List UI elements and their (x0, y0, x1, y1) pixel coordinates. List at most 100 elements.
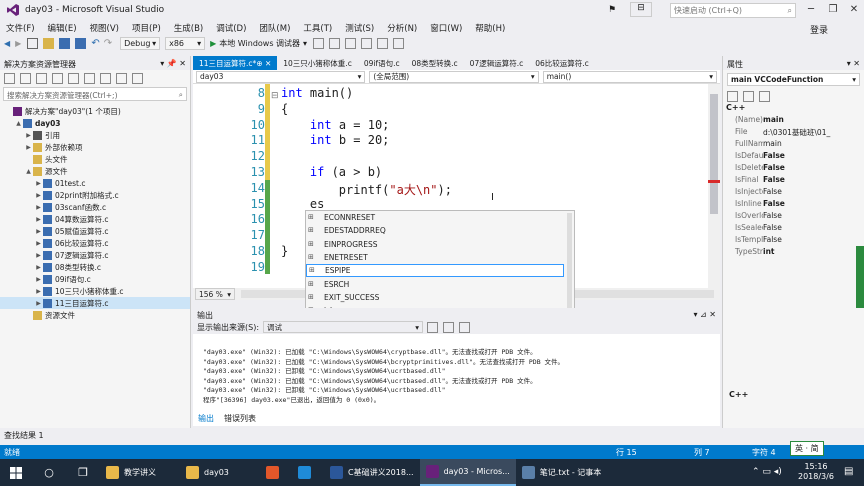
feedback-icon[interactable]: ⊟ (630, 2, 652, 17)
expand-arrow-icon[interactable]: ▶ (34, 240, 43, 247)
categorized-icon[interactable] (727, 90, 738, 102)
clear-all-icon[interactable] (443, 321, 455, 333)
menu-item[interactable]: 调试(D) (216, 22, 246, 34)
outdent-icon[interactable] (393, 38, 405, 49)
dropdown-icon[interactable]: ▾ (693, 310, 697, 319)
tab-close-icon[interactable]: ⊕ ✕ (256, 59, 271, 68)
menu-item[interactable]: 测试(S) (345, 22, 374, 34)
property-row[interactable]: IsFinal False (723, 175, 864, 187)
property-row[interactable]: IsDelete False (723, 163, 864, 175)
taskbar-app[interactable] (292, 459, 324, 486)
taskbar-app[interactable]: 笔记.txt - 记事本 (516, 459, 608, 486)
menu-item[interactable]: 文件(F) (6, 22, 35, 34)
expand-arrow-icon[interactable]: ▶ (34, 264, 43, 271)
tree-item[interactable]: ▶ 07逻辑运算符.c (0, 249, 190, 261)
configuration-select[interactable]: Debug ▾ (120, 37, 161, 50)
search-icon[interactable]: ○ (32, 459, 66, 486)
expand-arrow-icon[interactable]: ▶ (34, 192, 43, 199)
tab-error-list[interactable]: 错误列表 (219, 413, 261, 424)
completion-item[interactable]: ⊞ ESPIPE (306, 264, 564, 278)
expand-arrow-icon[interactable]: ▶ (34, 276, 43, 283)
property-row[interactable]: IsDefaultFalse (723, 151, 864, 163)
editor-scrollbar[interactable] (708, 84, 720, 288)
indent-icon[interactable] (377, 38, 389, 49)
menu-item[interactable]: 编辑(E) (48, 22, 77, 34)
side-tab[interactable] (856, 246, 864, 308)
tree-item[interactable]: ▲ 源文件 (0, 165, 190, 177)
tree-item[interactable]: ▶ 05赋值运算符.c (0, 225, 190, 237)
pin-icon[interactable]: ⊿ (700, 310, 707, 319)
tree-item[interactable]: ▶ 引用 (0, 129, 190, 141)
editor-tab[interactable]: 08类型转换.c (406, 56, 464, 70)
function-select[interactable]: main() ▾ (542, 70, 717, 83)
maximize-button[interactable]: ❐ (822, 0, 844, 20)
code-line[interactable]: } (281, 244, 288, 258)
save-all-icon[interactable] (75, 38, 87, 49)
property-row[interactable]: FullNamemain (723, 139, 864, 151)
menu-item[interactable]: 帮助(H) (475, 22, 505, 34)
dropdown-icon[interactable]: ▾ (160, 59, 164, 68)
expand-arrow-icon[interactable]: ▶ (34, 228, 43, 235)
completion-item[interactable]: ⊞ EINPROGRESS (306, 238, 574, 251)
project-select[interactable]: day03 ▾ (196, 70, 366, 83)
forward-icon[interactable]: ▶ (15, 39, 21, 48)
property-row[interactable]: IsOverloadFalse (723, 211, 864, 223)
expand-arrow-icon[interactable]: ▲ (24, 168, 33, 175)
comment-icon[interactable] (345, 38, 357, 49)
tree-item[interactable]: ▶ 08类型转换.c (0, 261, 190, 273)
tree-item[interactable]: ▶ 11三目运算符.c (0, 297, 190, 309)
property-row[interactable]: TypeStringint (723, 247, 864, 259)
start-button[interactable] (0, 459, 32, 486)
pin-icon[interactable]: 📌 (167, 59, 177, 68)
menu-item[interactable]: 视图(V) (90, 22, 119, 34)
completion-item[interactable]: ⊞ EXIT_SUCCESS (306, 291, 574, 304)
editor-tab[interactable]: 11三目运算符.c* ⊕ ✕ (193, 56, 278, 70)
expand-arrow-icon[interactable]: ▲ (14, 120, 23, 127)
completion-item[interactable]: ⊞ ENETRESET (306, 251, 574, 264)
properties-icon[interactable] (100, 72, 111, 84)
tree-item[interactable]: ▶ 02print附加格式.c (0, 189, 190, 201)
object-select[interactable]: main VCCodeFunction ▾ (727, 73, 860, 86)
dropdown-icon[interactable]: ▾ (847, 59, 851, 68)
taskbar-app[interactable]: day03 (180, 459, 260, 486)
tab-output[interactable]: 输出 (193, 413, 219, 424)
word-wrap-icon[interactable] (459, 321, 471, 333)
taskbar-app[interactable] (260, 459, 292, 486)
notification-flag-icon[interactable]: ⚑ (608, 5, 616, 15)
quick-launch-input[interactable]: 快速启动 (Ctrl+Q) ⌕ (670, 3, 796, 18)
expand-arrow-icon[interactable]: ▶ (34, 288, 43, 295)
alphabetical-icon[interactable] (743, 90, 754, 102)
attach-icon[interactable] (313, 38, 325, 49)
uncomment-icon[interactable] (361, 38, 373, 49)
code-line[interactable]: int b = 20; (281, 133, 389, 147)
menu-item[interactable]: 项目(P) (132, 22, 161, 34)
close-button[interactable]: ✕ (843, 0, 864, 20)
redo-icon[interactable]: ↷ (104, 38, 112, 49)
clock[interactable]: 15:16 2018/3/6 (798, 462, 834, 482)
tree-item[interactable]: ▲ day03 (0, 117, 190, 129)
notification-icon[interactable]: ▤ (844, 466, 853, 477)
code-line[interactable]: es (281, 197, 324, 211)
panel-close-icon[interactable]: ✕ (179, 59, 186, 68)
task-view-icon[interactable]: ❐ (66, 459, 100, 486)
property-row[interactable]: IsInjectedFalse (723, 187, 864, 199)
collapse-icon[interactable]: ⊟ (271, 91, 279, 101)
show-all-files-icon[interactable] (84, 72, 95, 84)
undo-icon[interactable]: ↶ (91, 38, 99, 49)
tree-item[interactable]: 头文件 (0, 153, 190, 165)
scope-select[interactable]: (全局范围) ▾ (369, 70, 539, 83)
taskbar-app[interactable]: C基础讲义2018... (324, 459, 420, 486)
menu-item[interactable]: 生成(B) (174, 22, 203, 34)
expand-arrow-icon[interactable]: ▶ (34, 204, 43, 211)
menu-item[interactable]: 分析(N) (387, 22, 417, 34)
output-source-select[interactable]: 调试 ▾ (263, 321, 424, 333)
collapse-all-icon[interactable] (68, 72, 79, 84)
expand-arrow-icon[interactable]: ▶ (34, 216, 43, 223)
property-row[interactable]: File d:\0301基础班\01_ (723, 127, 864, 139)
find-icon[interactable] (427, 321, 439, 333)
open-file-icon[interactable] (43, 38, 55, 49)
tree-item[interactable]: ▶ 外部依赖项 (0, 141, 190, 153)
expand-arrow-icon[interactable]: ▶ (34, 300, 43, 307)
preview-icon[interactable] (132, 72, 143, 84)
find-results-tab[interactable]: 查找结果 1 (0, 428, 864, 440)
